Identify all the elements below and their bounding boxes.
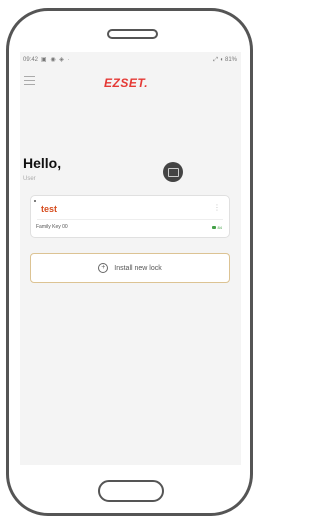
card-divider [37, 219, 223, 220]
install-label: Install new lock [114, 264, 162, 272]
avatar[interactable] [163, 162, 183, 182]
hamburger-menu-icon[interactable] [24, 76, 35, 85]
status-time: 09:42 [23, 57, 39, 63]
brand-logo: EZSET. [104, 76, 149, 90]
battery-indicator: 84 [211, 225, 222, 230]
user-name: User [23, 176, 36, 182]
phone-speaker [107, 29, 158, 39]
battery-level: 84 [217, 225, 222, 230]
install-new-lock-button[interactable]: + Install new lock [30, 253, 230, 283]
lock-name: test [41, 204, 58, 214]
app-screen: 09:42 ▣ ◉ ◈ · ⤢ ◖ 81% EZSET. Hello, User… [20, 52, 241, 465]
notification-icons: ▣ ◉ ◈ · [41, 57, 71, 63]
greeting-title: Hello, [23, 155, 62, 171]
more-options-icon[interactable]: ⋮ [213, 204, 221, 212]
battery-icon [211, 226, 216, 229]
status-bar: 09:42 ▣ ◉ ◈ · ⤢ ◖ 81% [20, 52, 241, 68]
status-indicators: ⤢ ◖ 81% [213, 57, 237, 63]
status-dot [34, 200, 36, 202]
lock-card[interactable]: test ⋮ Family Key 00 84 [30, 195, 230, 238]
home-button[interactable] [98, 480, 164, 502]
plus-icon: + [98, 263, 109, 273]
key-label: Family Key 00 [36, 224, 68, 230]
photo-icon [167, 167, 179, 177]
